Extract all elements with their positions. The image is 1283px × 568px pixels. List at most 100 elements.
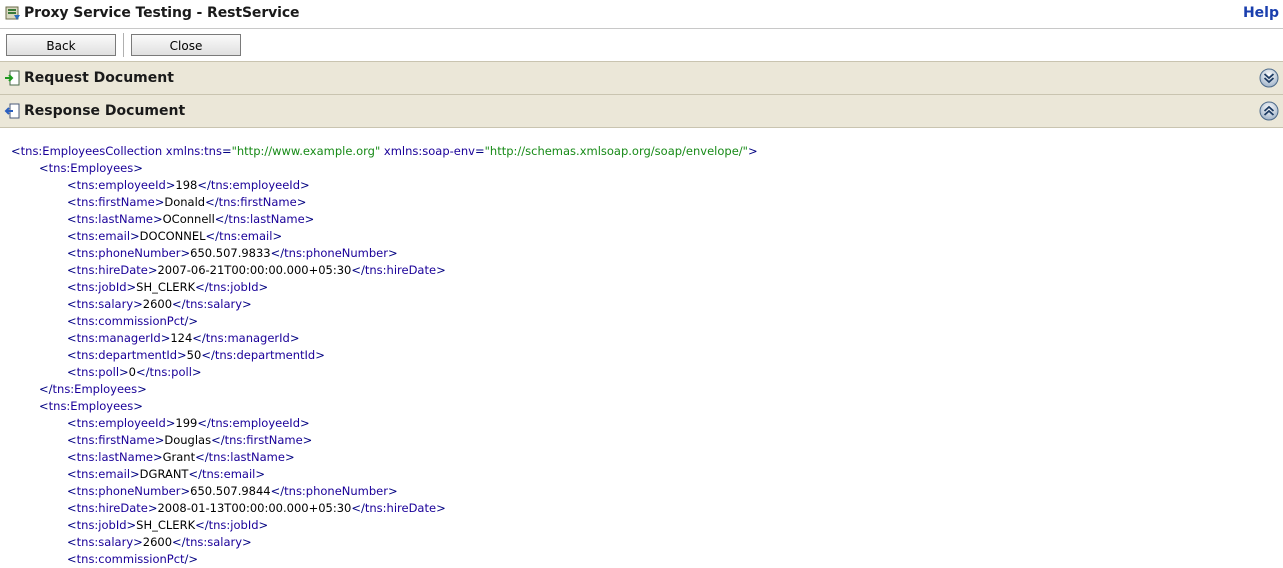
xml-punct: </ bbox=[270, 246, 285, 260]
xml-field-line: <tns:phoneNumber>650.507.9844</tns:phone… bbox=[0, 483, 1283, 500]
xml-punct: > bbox=[126, 280, 137, 294]
toolbar-separator bbox=[123, 33, 124, 57]
xml-tag-name: tns:employeeId bbox=[210, 416, 300, 430]
xml-punct: > bbox=[388, 484, 398, 498]
xml-text-value: 650.507.9844 bbox=[190, 484, 271, 498]
xml-punct: > bbox=[255, 467, 266, 481]
title-bar: Proxy Service Testing - RestService Help bbox=[0, 0, 1283, 29]
xml-field-line: <tns:poll>0</tns:poll> bbox=[0, 364, 1283, 381]
xml-employees-open-line: <tns:Employees> bbox=[0, 398, 1283, 415]
xml-text-value: Donald bbox=[164, 195, 206, 209]
xml-punct: < bbox=[11, 144, 21, 158]
request-document-section[interactable]: Request Document bbox=[0, 61, 1283, 95]
xml-punct: < bbox=[67, 467, 77, 481]
xml-text-value: DGRANT bbox=[139, 467, 189, 481]
xml-punct: < bbox=[67, 535, 77, 549]
xml-field-line: <tns:lastName>Grant</tns:lastName> bbox=[0, 449, 1283, 466]
xml-tag-name: tns:jobId bbox=[208, 518, 259, 532]
xml-punct: </ bbox=[188, 467, 202, 481]
xml-tag-name: tns:lastName bbox=[228, 212, 305, 226]
xml-field-line: <tns:managerId>124</tns:managerId> bbox=[0, 330, 1283, 347]
request-document-title: Request Document bbox=[24, 70, 174, 86]
xml-punct: < bbox=[67, 246, 77, 260]
xml-punct: > bbox=[133, 535, 143, 549]
xml-tag-name: tns:salary bbox=[76, 535, 134, 549]
close-button[interactable]: Close bbox=[131, 34, 241, 56]
xml-punct: </ bbox=[197, 178, 211, 192]
xml-text-value: Grant bbox=[162, 450, 196, 464]
response-document-section[interactable]: Response Document bbox=[0, 95, 1283, 128]
xml-text-value: DOCONNEL bbox=[139, 229, 206, 243]
response-arrow-icon bbox=[4, 103, 20, 119]
xml-punct: > bbox=[152, 212, 163, 226]
xml-tag-name: tns:departmentId bbox=[214, 348, 316, 362]
xml-punct: > bbox=[300, 178, 310, 192]
collapse-double-chevron-up-icon[interactable] bbox=[1259, 101, 1279, 121]
xml-punct: > bbox=[130, 467, 140, 481]
xml-punct: < bbox=[67, 433, 77, 447]
xml-punct: < bbox=[67, 501, 77, 515]
xml-punct: > bbox=[747, 144, 758, 158]
xml-field-line: <tns:lastName>OConnell</tns:lastName> bbox=[0, 211, 1283, 228]
xml-punct: > bbox=[388, 246, 398, 260]
xml-punct: > bbox=[130, 229, 140, 243]
xml-punct: </ bbox=[201, 348, 215, 362]
proxy-service-icon bbox=[5, 6, 20, 20]
xml-tag-name: tns:hireDate bbox=[76, 263, 148, 277]
expand-double-chevron-down-icon[interactable] bbox=[1259, 68, 1279, 88]
xml-field-line: <tns:hireDate>2007-06-21T00:00:00.000+05… bbox=[0, 262, 1283, 279]
xml-tag-name: tns:email bbox=[219, 229, 273, 243]
xml-employees-close-line: </tns:Employees> bbox=[0, 381, 1283, 398]
xml-punct: > bbox=[133, 161, 143, 175]
xml-field-line: <tns:jobId>SH_CLERK</tns:jobId> bbox=[0, 279, 1283, 296]
xml-field-line: <tns:phoneNumber>650.507.9833</tns:phone… bbox=[0, 245, 1283, 262]
xml-tag-name: tns:lastName bbox=[208, 450, 285, 464]
xml-text-value: 0 bbox=[128, 365, 136, 379]
xml-tag-name: tns:email bbox=[76, 467, 131, 481]
xml-punct: </ bbox=[172, 535, 186, 549]
xml-punct: </ bbox=[172, 297, 186, 311]
xml-punct: < bbox=[67, 331, 77, 345]
xml-punct: < bbox=[67, 484, 77, 498]
xml-punct: < bbox=[67, 195, 77, 209]
toolbar: Back Close bbox=[0, 29, 1283, 61]
xml-punct: > bbox=[272, 229, 283, 243]
xml-text-value: 124 bbox=[170, 331, 193, 345]
xml-field-line: <tns:commissionPct/> bbox=[0, 313, 1283, 330]
xml-field-line: <tns:firstName>Douglas</tns:firstName> bbox=[0, 432, 1283, 449]
xml-punct: > bbox=[242, 297, 252, 311]
xml-punct: > bbox=[154, 195, 165, 209]
xml-tag-name: tns:Employees bbox=[48, 161, 134, 175]
xml-tag-name: tns:lastName bbox=[76, 450, 153, 464]
xml-punct: > bbox=[180, 484, 191, 498]
xml-punct: > bbox=[126, 518, 137, 532]
xml-punct: = bbox=[474, 144, 485, 158]
xml-tag-name: tns:employeeId bbox=[76, 416, 166, 430]
xml-punct: > bbox=[152, 450, 163, 464]
xml-punct: > bbox=[154, 433, 165, 447]
xml-punct: > bbox=[133, 297, 143, 311]
xml-attr-value: "http://www.example.org" bbox=[231, 144, 381, 158]
xml-field-line: <tns:firstName>Donald</tns:firstName> bbox=[0, 194, 1283, 211]
xml-attr-name: xmlns:tns bbox=[165, 144, 222, 158]
xml-text-value: OConnell bbox=[162, 212, 215, 226]
xml-punct: > bbox=[180, 246, 191, 260]
back-button[interactable]: Back bbox=[6, 34, 116, 56]
xml-punct: > bbox=[191, 365, 202, 379]
xml-punct: > bbox=[300, 416, 310, 430]
xml-employees-open-line: <tns:Employees> bbox=[0, 160, 1283, 177]
xml-punct: > bbox=[284, 450, 295, 464]
xml-punct: > bbox=[315, 348, 325, 362]
xml-punct: < bbox=[67, 348, 77, 362]
xml-punct: </ bbox=[192, 331, 206, 345]
xml-text-value: 2007-06-21T00:00:00.000+05:30 bbox=[157, 263, 352, 277]
xml-tag-name: tns:employeeId bbox=[210, 178, 300, 192]
help-link[interactable]: Help bbox=[1243, 5, 1279, 21]
xml-tag-name: tns:phoneNumber bbox=[284, 484, 388, 498]
xml-tag-name: tns:departmentId bbox=[76, 348, 178, 362]
xml-punct: > bbox=[119, 365, 129, 379]
xml-text-value: 2600 bbox=[142, 297, 173, 311]
xml-field-line: <tns:commissionPct/> bbox=[0, 551, 1283, 568]
xml-tag-name: tns:Employees bbox=[52, 382, 138, 396]
xml-field-line: <tns:jobId>SH_CLERK</tns:jobId> bbox=[0, 517, 1283, 534]
